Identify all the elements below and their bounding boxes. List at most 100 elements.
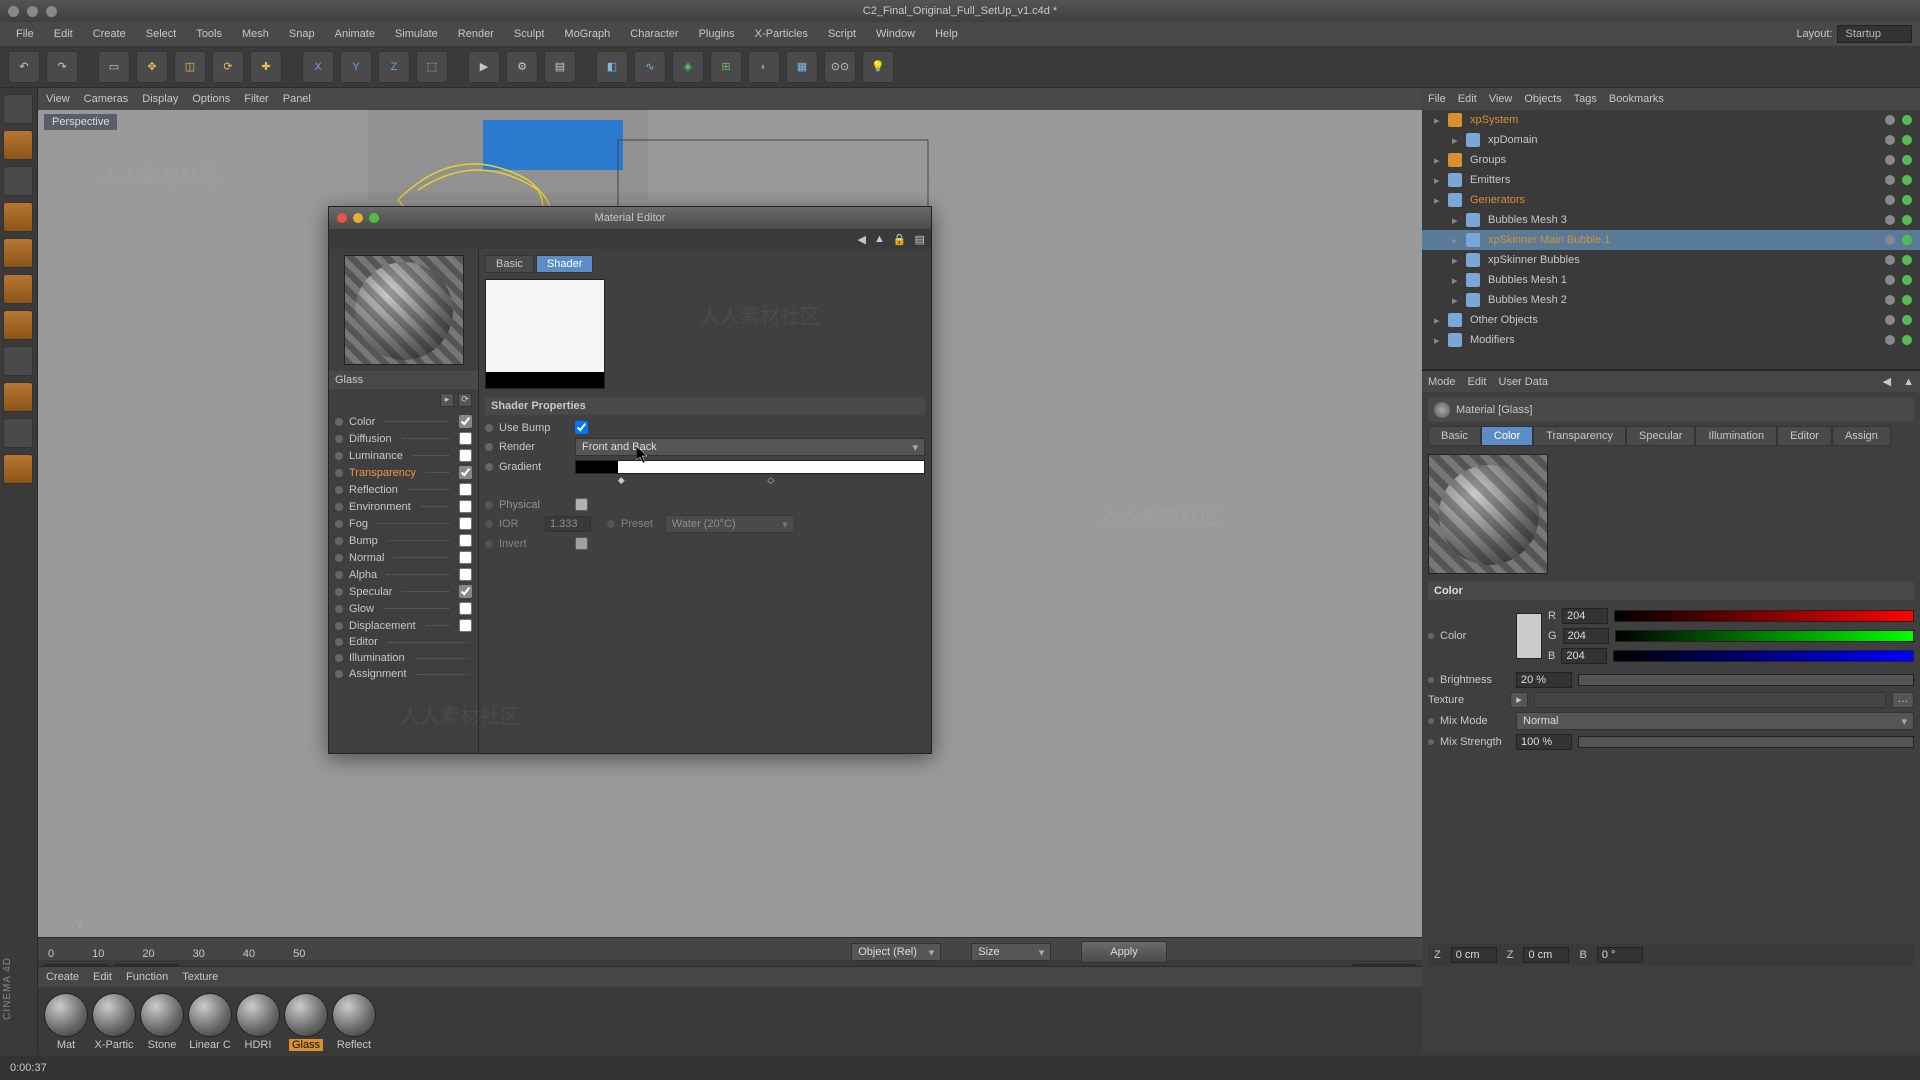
material-mat[interactable]: Mat xyxy=(44,993,88,1051)
material-editor-titlebar[interactable]: Material Editor xyxy=(329,207,931,229)
r-value[interactable]: 204 xyxy=(1562,608,1608,624)
deformer-button[interactable]: ◐ xyxy=(748,51,780,83)
me-nav-menu-icon[interactable]: ▤ xyxy=(915,233,925,246)
obj-file[interactable]: File xyxy=(1428,93,1446,105)
attr-userdata[interactable]: User Data xyxy=(1499,376,1549,388)
object-bubbles-mesh-1[interactable]: ▸Bubbles Mesh 1 xyxy=(1422,270,1920,290)
object-groups[interactable]: ▸Groups xyxy=(1422,150,1920,170)
coord-z2-value[interactable]: 0 cm xyxy=(1523,947,1569,963)
nurbs-button[interactable]: ◈ xyxy=(672,51,704,83)
mat-texture[interactable]: Texture xyxy=(182,971,218,983)
tab-editor[interactable]: Editor xyxy=(1777,426,1832,446)
me-arrow-button[interactable]: ▸ xyxy=(440,393,454,407)
channel-editor[interactable]: Editor xyxy=(335,634,472,650)
menu-help[interactable]: Help xyxy=(927,25,966,43)
material-x-partic[interactable]: X-Partic xyxy=(92,993,136,1051)
point-mode[interactable] xyxy=(3,238,33,268)
attr-edit[interactable]: Edit xyxy=(1468,376,1487,388)
mixmode-dropdown[interactable]: Normal xyxy=(1516,712,1914,730)
menu-xparticles[interactable]: X-Particles xyxy=(747,25,816,43)
menu-edit[interactable]: Edit xyxy=(46,25,81,43)
material-list[interactable]: MatX-ParticStoneLinear CHDRIGlassReflect xyxy=(38,987,1422,1056)
axis-mode[interactable] xyxy=(3,346,33,376)
menu-mograph[interactable]: MoGraph xyxy=(556,25,618,43)
editable-button[interactable] xyxy=(3,94,33,124)
menu-snap[interactable]: Snap xyxy=(281,25,323,43)
attr-nav-back-icon[interactable]: ◀ xyxy=(1883,375,1891,388)
render-settings-button[interactable]: ⚙ xyxy=(506,51,538,83)
obj-edit[interactable]: Edit xyxy=(1458,93,1477,105)
menu-create[interactable]: Create xyxy=(85,25,134,43)
menu-select[interactable]: Select xyxy=(138,25,185,43)
object-modifiers[interactable]: ▸Modifiers xyxy=(1422,330,1920,350)
channel-color[interactable]: Color xyxy=(335,413,472,430)
object-emitters[interactable]: ▸Emitters xyxy=(1422,170,1920,190)
mat-edit[interactable]: Edit xyxy=(93,971,112,983)
object-xpsystem[interactable]: ▸xpSystem xyxy=(1422,110,1920,130)
menu-animate[interactable]: Animate xyxy=(327,25,383,43)
mixstr-slider[interactable] xyxy=(1578,736,1914,748)
me-tab-shader[interactable]: Shader xyxy=(536,255,593,273)
material-glass[interactable]: Glass xyxy=(284,993,328,1051)
menu-tools[interactable]: Tools xyxy=(188,25,230,43)
redo-button[interactable]: ↷ xyxy=(46,51,78,83)
tab-basic[interactable]: Basic xyxy=(1428,426,1481,446)
mat-create[interactable]: Create xyxy=(46,971,79,983)
me-nav-lock-icon[interactable]: 🔒 xyxy=(893,233,907,246)
use-bump-checkbox[interactable] xyxy=(575,421,588,434)
object-tree[interactable]: ▸xpSystem▸xpDomain▸Groups▸Emitters▸Gener… xyxy=(1422,110,1920,370)
gradient-bar[interactable]: ◆◇ xyxy=(575,460,925,474)
panel-menu[interactable]: Panel xyxy=(283,93,311,105)
channel-diffusion[interactable]: Diffusion xyxy=(335,430,472,447)
x-axis-button[interactable]: X xyxy=(302,51,334,83)
undo-button[interactable]: ↶ xyxy=(8,51,40,83)
me-traffic-lights[interactable] xyxy=(337,213,379,223)
obj-view[interactable]: View xyxy=(1489,93,1513,105)
channel-glow[interactable]: Glow xyxy=(335,600,472,617)
obj-tags[interactable]: Tags xyxy=(1574,93,1597,105)
camera-button[interactable]: ⊙⊙ xyxy=(824,51,856,83)
b-value[interactable]: 204 xyxy=(1561,648,1607,664)
object-mode-dropdown[interactable]: Object (Rel) xyxy=(851,943,941,961)
object-generators[interactable]: ▸Generators xyxy=(1422,190,1920,210)
workplane-mode[interactable] xyxy=(3,202,33,232)
size-mode-dropdown[interactable]: Size xyxy=(971,943,1051,961)
cube-primitive[interactable]: ◧ xyxy=(596,51,628,83)
tab-assign[interactable]: Assign xyxy=(1832,426,1891,446)
channel-luminance[interactable]: Luminance xyxy=(335,447,472,464)
layout-dropdown[interactable]: Startup xyxy=(1837,25,1912,43)
channel-bump[interactable]: Bump xyxy=(335,532,472,549)
menu-character[interactable]: Character xyxy=(622,25,686,43)
channel-fog[interactable]: Fog xyxy=(335,515,472,532)
light-button[interactable]: 💡 xyxy=(862,51,894,83)
filter-menu[interactable]: Filter xyxy=(244,93,268,105)
object-xpdomain[interactable]: ▸xpDomain xyxy=(1422,130,1920,150)
object-bubbles-mesh-3[interactable]: ▸Bubbles Mesh 3 xyxy=(1422,210,1920,230)
rotate-tool[interactable]: ⟳ xyxy=(212,51,244,83)
render-dropdown[interactable]: Front and Back xyxy=(575,438,925,456)
attr-nav-up-icon[interactable]: ▲ xyxy=(1903,376,1914,388)
select-tool[interactable]: ▭ xyxy=(98,51,130,83)
attr-material-preview[interactable] xyxy=(1428,454,1548,574)
object-xpskinner-main-bubble.1[interactable]: ▸xpSkinner Main Bubble.1 xyxy=(1422,230,1920,250)
move-tool[interactable]: ✥ xyxy=(136,51,168,83)
channel-illumination[interactable]: Illumination xyxy=(335,650,472,666)
channel-displacement[interactable]: Displacement xyxy=(335,617,472,634)
obj-objects[interactable]: Objects xyxy=(1524,93,1561,105)
apply-button[interactable]: Apply xyxy=(1081,941,1167,963)
tab-specular[interactable]: Specular xyxy=(1626,426,1695,446)
menu-mesh[interactable]: Mesh xyxy=(234,25,277,43)
b-slider[interactable] xyxy=(1613,650,1914,662)
me-nav-back-icon[interactable]: ◀ xyxy=(858,233,866,246)
me-nav-up-icon[interactable]: ▲ xyxy=(874,233,885,245)
object-bubbles-mesh-2[interactable]: ▸Bubbles Mesh 2 xyxy=(1422,290,1920,310)
texture-mode[interactable] xyxy=(3,166,33,196)
texture-browse-button[interactable]: … xyxy=(1892,692,1914,708)
y-axis-button[interactable]: Y xyxy=(340,51,372,83)
object-xpskinner-bubbles[interactable]: ▸xpSkinner Bubbles xyxy=(1422,250,1920,270)
ior-value[interactable]: 1.333 xyxy=(545,516,591,532)
coord-b-value[interactable]: 0 ° xyxy=(1597,947,1643,963)
magnet-button[interactable] xyxy=(3,382,33,412)
texture-field[interactable] xyxy=(1534,692,1886,708)
mat-function[interactable]: Function xyxy=(126,971,168,983)
